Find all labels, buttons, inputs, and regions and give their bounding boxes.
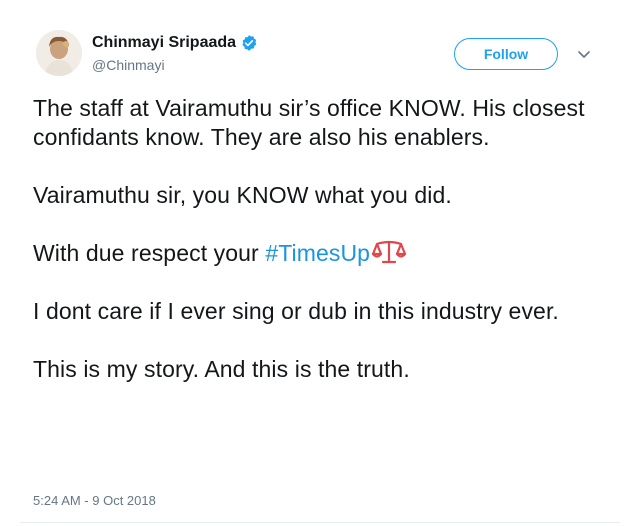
tweet-paragraph: This is my story. And this is the truth. bbox=[33, 356, 410, 382]
tweet-timestamp[interactable]: 5:24 AM - 9 Oct 2018 bbox=[33, 493, 156, 509]
scales-icon bbox=[371, 239, 407, 265]
tweet-paragraph: Vairamuthu sir, you KNOW what you did. bbox=[33, 182, 452, 208]
tweet-header: Chinmayi Sripaada @Chinmayi Follow bbox=[36, 30, 606, 86]
tweet-paragraph: The staff at Vairamuthu sir’s office KNO… bbox=[33, 95, 585, 150]
profile-photo-icon bbox=[36, 30, 82, 76]
display-name[interactable]: Chinmayi Sripaada bbox=[92, 32, 236, 54]
tweet-paragraph: I dont care if I ever sing or dub in thi… bbox=[33, 298, 559, 324]
tweet-paragraph: With due respect your #TimesUp bbox=[33, 239, 593, 268]
divider bbox=[20, 522, 620, 523]
author-handle[interactable]: @Chinmayi bbox=[92, 56, 258, 74]
chevron-down-icon[interactable] bbox=[576, 46, 592, 62]
verified-badge-icon bbox=[240, 34, 258, 52]
avatar[interactable] bbox=[36, 30, 82, 76]
display-name-row: Chinmayi Sripaada bbox=[92, 32, 258, 54]
paragraph-text: With due respect your bbox=[33, 240, 266, 266]
hashtag-link[interactable]: #TimesUp bbox=[265, 240, 370, 266]
tweet-card: Chinmayi Sripaada @Chinmayi Follow The s… bbox=[0, 0, 634, 526]
follow-button[interactable]: Follow bbox=[454, 38, 558, 70]
tweet-text: The staff at Vairamuthu sir’s office KNO… bbox=[33, 94, 593, 384]
author-names: Chinmayi Sripaada @Chinmayi bbox=[92, 32, 258, 74]
